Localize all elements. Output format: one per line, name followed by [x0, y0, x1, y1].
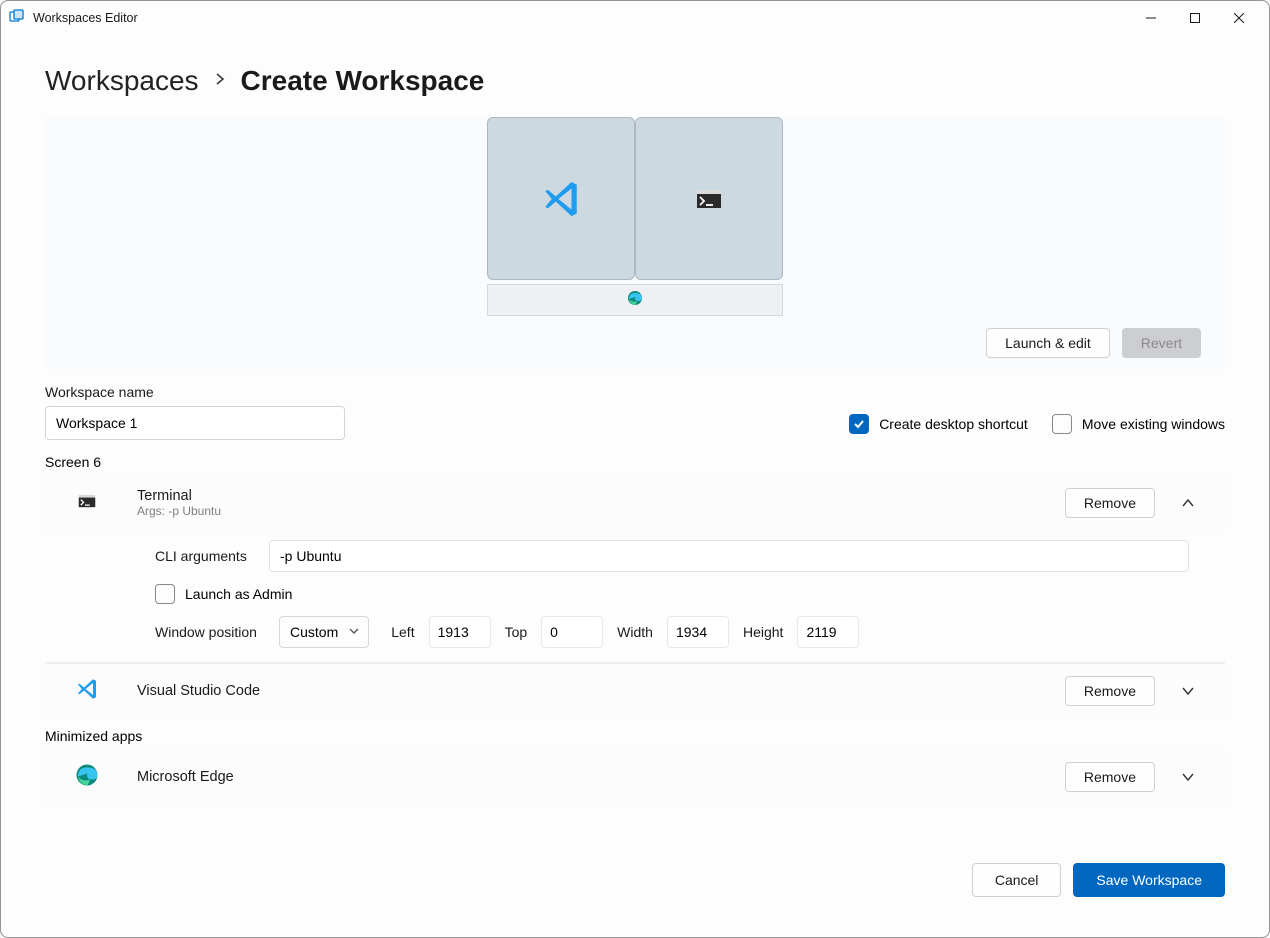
- page-title: Create Workspace: [241, 65, 485, 97]
- layout-taskbar: [487, 284, 783, 316]
- cli-arguments-label: CLI arguments: [155, 548, 255, 564]
- launch-as-admin-checkbox[interactable]: Launch as Admin: [155, 584, 292, 604]
- height-label: Height: [743, 624, 783, 640]
- screen-section-title: Screen 6: [21, 454, 1249, 470]
- checkbox-checked-icon: [849, 414, 869, 434]
- app-row-terminal: Terminal Args: -p Ubuntu Remove: [45, 476, 1225, 530]
- window-position-select[interactable]: Custom: [279, 616, 369, 648]
- app-details-terminal: CLI arguments Launch as Admin Window pos…: [45, 530, 1225, 663]
- checkbox-unchecked-icon: [155, 584, 175, 604]
- top-label: Top: [505, 624, 528, 640]
- cancel-button[interactable]: Cancel: [972, 863, 1062, 897]
- app-icon: [9, 9, 25, 28]
- chevron-up-icon: [1181, 496, 1195, 510]
- layout-preview-panel: Launch & edit Revert: [45, 117, 1225, 370]
- remove-button[interactable]: Remove: [1065, 488, 1155, 518]
- window-title: Workspaces Editor: [33, 11, 138, 25]
- expand-button[interactable]: [1173, 676, 1203, 706]
- maximize-button[interactable]: [1173, 3, 1217, 33]
- launch-edit-button[interactable]: Launch & edit: [986, 328, 1110, 358]
- chevron-down-icon: [1181, 770, 1195, 784]
- checkbox-unchecked-icon: [1052, 414, 1072, 434]
- workspace-name-input[interactable]: [45, 406, 345, 440]
- left-label: Left: [391, 624, 414, 640]
- left-input[interactable]: [429, 616, 491, 648]
- layout-tile-vscode[interactable]: [487, 117, 635, 280]
- create-shortcut-checkbox[interactable]: Create desktop shortcut: [849, 414, 1028, 434]
- vscode-icon: [75, 677, 99, 706]
- minimized-section-title: Minimized apps: [21, 728, 1249, 744]
- move-windows-checkbox[interactable]: Move existing windows: [1052, 414, 1225, 434]
- app-subtitle: Args: -p Ubuntu: [137, 504, 1035, 518]
- edge-icon: [627, 290, 643, 311]
- width-label: Width: [617, 624, 653, 640]
- workspace-name-label: Workspace name: [45, 384, 345, 400]
- breadcrumb-root[interactable]: Workspaces: [45, 65, 199, 97]
- app-row-edge: Microsoft Edge Remove: [45, 750, 1225, 804]
- cli-arguments-input[interactable]: [269, 540, 1189, 572]
- app-row-vscode: Visual Studio Code Remove: [45, 663, 1225, 718]
- terminal-icon: [76, 490, 98, 517]
- top-input[interactable]: [541, 616, 603, 648]
- titlebar: Workspaces Editor: [1, 1, 1269, 35]
- chevron-down-icon: [1181, 684, 1195, 698]
- window-position-label: Window position: [155, 624, 265, 640]
- app-name: Terminal: [137, 488, 1035, 504]
- chevron-down-icon: [348, 624, 360, 640]
- width-input[interactable]: [667, 616, 729, 648]
- app-window: Workspaces Editor Workspaces Create Work…: [0, 0, 1270, 938]
- edge-icon: [75, 763, 99, 792]
- remove-button[interactable]: Remove: [1065, 676, 1155, 706]
- collapse-button[interactable]: [1173, 488, 1203, 518]
- layout-tile-terminal[interactable]: [635, 117, 783, 280]
- expand-button[interactable]: [1173, 762, 1203, 792]
- save-workspace-button[interactable]: Save Workspace: [1073, 863, 1225, 897]
- app-name: Microsoft Edge: [137, 769, 1035, 785]
- chevron-right-icon: [213, 72, 227, 91]
- revert-button: Revert: [1122, 328, 1201, 358]
- close-button[interactable]: [1217, 3, 1261, 33]
- height-input[interactable]: [797, 616, 859, 648]
- app-name: Visual Studio Code: [137, 683, 1035, 699]
- breadcrumb: Workspaces Create Workspace: [21, 35, 1249, 117]
- minimize-button[interactable]: [1129, 3, 1173, 33]
- remove-button[interactable]: Remove: [1065, 762, 1155, 792]
